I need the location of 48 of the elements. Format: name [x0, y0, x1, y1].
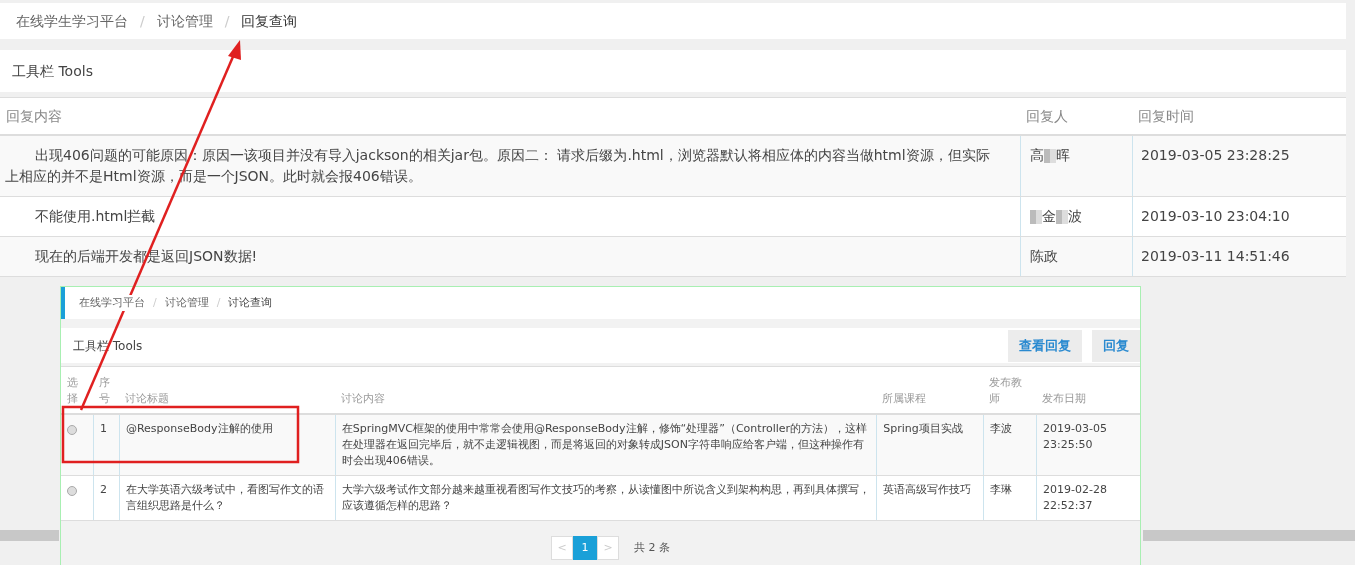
mosaic-blur: [1056, 210, 1068, 224]
table-cell: 2019-03-05 23:28:25: [1132, 136, 1346, 196]
separator: /: [224, 11, 230, 31]
table-cell: 2: [92, 476, 119, 520]
column-header: 选择: [67, 375, 79, 407]
toolbar-title: 工具栏 Tools: [12, 61, 93, 81]
scrollbar-track: [0, 530, 59, 541]
table-cell: 2019-03-10 23:04:10: [1132, 197, 1346, 236]
breadcrumb-link[interactable]: 在线学习平台: [79, 294, 145, 312]
mosaic-blur: [1044, 149, 1056, 163]
breadcrumb-link[interactable]: 在线学生学习平台: [16, 10, 128, 32]
separator: /: [153, 294, 157, 311]
column-header: 发布日期: [1042, 391, 1087, 407]
column-header: 发布教师: [989, 375, 1024, 407]
table-cell: 高 晖: [1020, 136, 1132, 196]
radio-button[interactable]: [67, 486, 77, 496]
table-cell: 在SpringMVC框架的使用中常常会使用@ResponseBody注解，修饰“处理器”（Controller的方法），这样在处理器在返回完毕后，就不走逻辑视图，而是将返回的对象转成JSON字符串响应给客户端，但这种操作有时会出现406错误。: [334, 415, 877, 475]
toolbar-button[interactable]: 查看回复: [1008, 329, 1082, 362]
column-header: 讨论标题: [125, 391, 169, 407]
table-cell: 2019-02-28 22:52:37: [1036, 476, 1140, 520]
column-header: 回复内容: [6, 106, 62, 126]
table-cell: 2019-03-05 23:25:50: [1036, 415, 1140, 475]
breadcrumb-link[interactable]: 回复查询: [241, 10, 298, 32]
table-cell: 金 波: [1020, 197, 1132, 236]
breadcrumb-link[interactable]: 讨论管理: [156, 10, 213, 32]
table-cell-text: 不能使用.html拦截: [34, 207, 157, 226]
radio-button[interactable]: [67, 425, 77, 435]
total-count: 共 2 条: [634, 539, 670, 556]
separator: /: [216, 294, 221, 311]
table-cell: 陈政: [1020, 237, 1132, 276]
table-cell: 英语高级写作技巧: [876, 476, 984, 520]
mosaic-blur: [1030, 210, 1042, 224]
table-cell-text: 现在的后端开发都是返回JSON数据!: [34, 247, 259, 266]
separator: /: [140, 11, 145, 31]
table-cell: Spring项目实战: [876, 415, 984, 475]
toolbar-button[interactable]: 回复: [1092, 329, 1140, 362]
column-header: 所属课程: [882, 391, 927, 407]
column-header: 讨论内容: [340, 391, 385, 407]
table-cell: 李琳: [983, 476, 1037, 520]
table-cell: 在大学英语六级考试中，看图写作文的语言组织思路是什么？: [118, 476, 335, 520]
table-cell: @ResponseBody注解的使用: [118, 415, 335, 475]
column-header: 序号: [99, 375, 110, 407]
column-header: 回复时间: [1138, 106, 1194, 126]
column-header: 回复人: [1026, 106, 1068, 126]
table-cell: 1: [92, 415, 119, 475]
table-cell: 大学六级考试作文部分越来越重视看图写作文技巧的考察，从读懂图中所说含义到架构构思，再到具体撰写，应该遵循怎样的思路？: [334, 476, 877, 520]
table-cell: 李波: [983, 415, 1037, 475]
table-cell: 2019-03-11 14:51:46: [1132, 237, 1346, 276]
